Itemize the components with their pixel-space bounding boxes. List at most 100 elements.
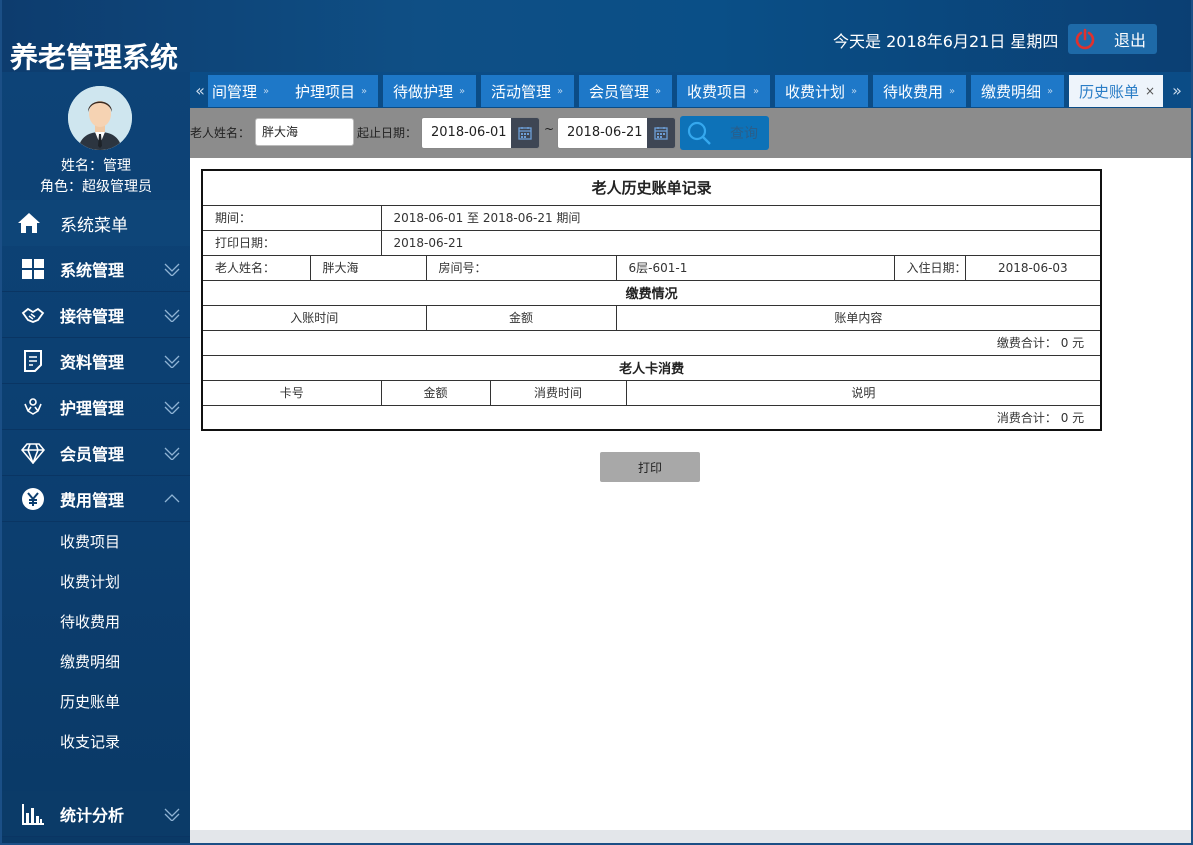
- elder-name-input[interactable]: 胖大海: [255, 118, 354, 146]
- search-button[interactable]: 查询: [680, 116, 769, 150]
- logout-button[interactable]: 退出: [1068, 24, 1157, 54]
- end-date-input[interactable]: 2018-06-21: [557, 117, 676, 149]
- chevron-down-icon: [164, 805, 180, 822]
- chevron-down-icon: [164, 260, 180, 277]
- history-bill-table: 老人历史账单记录 期间： 2018-06-01 至 2018-06-21 期间 …: [201, 169, 1103, 431]
- chevron-down-icon: [164, 306, 180, 323]
- payment-total: 缴费合计： 0 元: [201, 329, 1102, 356]
- start-date-value: 2018-06-01: [431, 125, 507, 140]
- room-label: 房间号：: [425, 254, 617, 281]
- period-value: 2018-06-01 至 2018-06-21 期间: [380, 204, 1102, 231]
- card-total: 消费合计： 0 元: [201, 404, 1102, 431]
- submenu-item-pending-fees[interactable]: 待收费用: [2, 608, 190, 648]
- system-menu-header: 系统菜单: [2, 200, 190, 246]
- tab-history-bills[interactable]: 历史账单 ×: [1069, 75, 1163, 107]
- tab-close-icon[interactable]: »: [655, 86, 661, 97]
- sidebar-item-members[interactable]: 会员管理: [2, 430, 190, 476]
- sidebar-item-documents[interactable]: 资料管理: [2, 338, 190, 384]
- tab-pending-fees[interactable]: 待收费用 »: [873, 75, 966, 107]
- period-row: 期间： 2018-06-01 至 2018-06-21 期间: [201, 204, 1102, 231]
- tab-close-icon[interactable]: »: [263, 86, 269, 97]
- handshake-icon: [20, 303, 46, 327]
- tab-close-icon[interactable]: »: [949, 86, 955, 97]
- bottom-strip: [190, 830, 1191, 843]
- column-header: 卡号: [201, 379, 382, 406]
- tab-member-management[interactable]: 会员管理 »: [579, 75, 672, 107]
- tab-fee-items[interactable]: 收费项目 »: [677, 75, 770, 107]
- print-date-value: 2018-06-21: [380, 229, 1102, 256]
- chevron-down-icon: [164, 352, 180, 369]
- tab-label: 待做护理: [393, 82, 454, 101]
- power-icon: [1074, 28, 1096, 50]
- payment-header-row: 入账时间 金额 账单内容: [201, 304, 1102, 331]
- sidebar-item-fees[interactable]: 费用管理: [2, 476, 190, 522]
- submenu-item-payment-details[interactable]: 缴费明细: [2, 648, 190, 688]
- column-header: 消费时间: [489, 379, 627, 406]
- search-icon: [686, 120, 712, 146]
- sidebar-item-statistics[interactable]: 统计分析: [2, 791, 190, 837]
- elder-name-value: 胖大海: [309, 254, 427, 281]
- fees-submenu: 收费项目 收费计划 待收费用 缴费明细 历史账单 收支记录: [2, 522, 190, 774]
- tab-close-icon[interactable]: »: [753, 86, 759, 97]
- sidebar-item-reception[interactable]: 接待管理: [2, 292, 190, 338]
- tab-close-icon[interactable]: »: [361, 86, 367, 97]
- sidebar-item-label: 费用管理: [60, 490, 125, 510]
- column-header: 入账时间: [201, 304, 427, 331]
- submenu-item-income-expense[interactable]: 收支记录: [2, 728, 190, 768]
- tab-payment-details[interactable]: 缴费明细 »: [971, 75, 1064, 107]
- filter-bar: 老人姓名： 胖大海 起止日期： 2018-06-01 ~ 2018-06-21 …: [190, 108, 1191, 158]
- tab-label: 会员管理: [589, 82, 650, 101]
- app-window: 养老管理系统 今天是 2018年6月21日 星期四 退出 姓名：管理 角色：超级…: [0, 0, 1193, 845]
- checkin-label: 入住日期：: [893, 254, 966, 281]
- submenu-item-fee-plan[interactable]: 收费计划: [2, 568, 190, 608]
- sidebar: 姓名：管理 角色：超级管理员 系统菜单 系统管理 接待管理 资料管理 护理管理 …: [2, 72, 190, 843]
- elder-info-row: 老人姓名： 胖大海 房间号： 6层-601-1 入住日期： 2018-06-03: [201, 254, 1102, 281]
- tab-close-icon[interactable]: »: [557, 86, 563, 97]
- card-section-row: 老人卡消费: [201, 354, 1102, 381]
- user-profile: 姓名：管理 角色：超级管理员: [2, 72, 190, 200]
- current-date: 今天是 2018年6月21日 星期四: [833, 32, 1059, 51]
- tab-room-management[interactable]: 间管理 »: [208, 75, 290, 107]
- calendar-icon[interactable]: [511, 118, 539, 148]
- tab-pending-nursing[interactable]: 待做护理 »: [383, 75, 476, 107]
- tab-label: 活动管理: [491, 82, 552, 101]
- chevron-up-icon: [164, 490, 180, 506]
- card-section-title: 老人卡消费: [201, 354, 1102, 381]
- tab-scroll-right-button[interactable]: »: [1167, 72, 1187, 108]
- print-button[interactable]: 打印: [600, 452, 700, 482]
- tab-nursing-items[interactable]: 护理项目 »: [285, 75, 378, 107]
- elder-name-label: 老人姓名：: [201, 254, 311, 281]
- date-range-label: 起止日期：: [357, 126, 418, 140]
- date-separator: ~: [544, 122, 555, 136]
- tab-close-icon[interactable]: ×: [1145, 84, 1155, 98]
- sidebar-item-nursing[interactable]: 护理管理: [2, 384, 190, 430]
- document-icon: [20, 349, 46, 373]
- tab-label: 护理项目: [295, 82, 356, 101]
- calendar-icon[interactable]: [647, 118, 675, 148]
- tab-activity-management[interactable]: 活动管理 »: [481, 75, 574, 107]
- checkin-value: 2018-06-03: [964, 254, 1102, 281]
- tab-close-icon[interactable]: »: [459, 86, 465, 97]
- column-header: 金额: [425, 304, 617, 331]
- elder-name-label: 老人姓名：: [190, 126, 251, 140]
- logout-label: 退出: [1114, 31, 1147, 50]
- column-header: 账单内容: [615, 304, 1102, 331]
- tab-label: 收费项目: [687, 82, 748, 101]
- sidebar-item-label: 资料管理: [60, 352, 125, 372]
- start-date-input[interactable]: 2018-06-01: [421, 117, 540, 149]
- tab-fee-plan[interactable]: 收费计划 »: [775, 75, 868, 107]
- payment-total-row: 缴费合计： 0 元: [201, 329, 1102, 356]
- tab-scroll-left-button[interactable]: «: [190, 72, 210, 108]
- submenu-item-fee-items[interactable]: 收费项目: [2, 528, 190, 568]
- home-icon: [16, 211, 42, 235]
- chevron-down-icon: [164, 398, 180, 415]
- tab-close-icon[interactable]: »: [851, 86, 857, 97]
- tab-label: 待收费用: [883, 82, 944, 101]
- end-date-value: 2018-06-21: [567, 125, 643, 140]
- tab-close-icon[interactable]: »: [1047, 86, 1053, 97]
- sidebar-item-system[interactable]: 系统管理: [2, 246, 190, 292]
- system-menu-title: 系统菜单: [60, 215, 128, 236]
- submenu-item-history-bills[interactable]: 历史账单: [2, 688, 190, 728]
- column-header: 金额: [380, 379, 491, 406]
- payment-section-row: 缴费情况: [201, 279, 1102, 306]
